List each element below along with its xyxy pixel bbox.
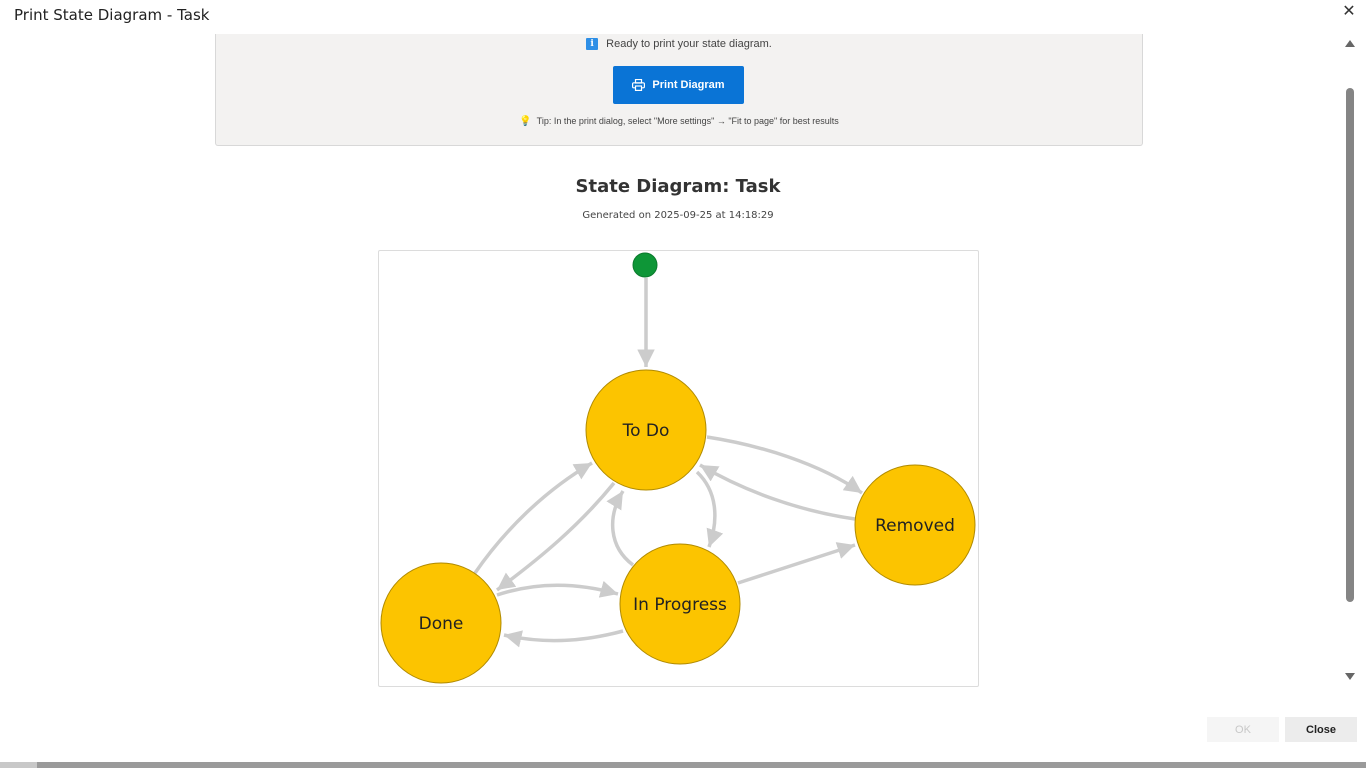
state-in-progress-label: In Progress	[633, 595, 727, 615]
state-todo: To Do	[585, 369, 707, 491]
ready-message: i Ready to print your state diagram.	[216, 38, 1142, 51]
edge-inprogress-to-done	[503, 629, 624, 648]
edge-inprogress-to-removed	[737, 542, 856, 585]
state-removed: Removed	[854, 464, 976, 586]
vertical-scrollbar[interactable]	[1342, 34, 1358, 686]
close-button[interactable]: Close	[1285, 717, 1357, 742]
state-diagram-svg: To Do In Progress Done Removed	[380, 252, 976, 684]
edge-removed-to-todo	[699, 463, 856, 521]
diagram-title: State Diagram: Task	[575, 176, 781, 197]
generated-timestamp: Generated on 2025-09-25 at 14:18:29	[582, 210, 774, 221]
print-panel: i Ready to print your state diagram. Prin…	[215, 34, 1143, 146]
state-todo-label: To Do	[622, 421, 670, 441]
state-done: Done	[380, 562, 502, 684]
ready-text: Ready to print your state diagram.	[606, 38, 772, 50]
lightbulb-icon: 💡	[519, 116, 532, 127]
print-diagram-button[interactable]: Print Diagram	[613, 66, 744, 104]
edge-inprogress-to-todo	[606, 490, 635, 567]
edge-todo-to-inprogress	[695, 470, 724, 548]
bottom-bar	[0, 762, 1366, 768]
edge-todo-to-removed	[706, 435, 864, 495]
bottom-bar-segment	[0, 762, 37, 768]
close-icon[interactable]: ✕	[1338, 2, 1360, 24]
printer-icon	[632, 79, 646, 91]
ok-button[interactable]: OK	[1207, 717, 1279, 742]
window-title: Print State Diagram - Task	[14, 6, 210, 24]
scroll-down-arrow-icon[interactable]	[1345, 673, 1355, 680]
edge-done-to-todo	[473, 461, 593, 574]
state-in-progress: In Progress	[619, 543, 741, 665]
edge-done-to-inprogress	[496, 580, 619, 598]
scroll-up-arrow-icon[interactable]	[1345, 40, 1355, 47]
scroll-thumb[interactable]	[1346, 88, 1354, 602]
state-removed-label: Removed	[875, 516, 955, 536]
state-diagram: To Do In Progress Done Removed	[378, 250, 979, 687]
initial-state-node	[632, 252, 658, 278]
state-done-label: Done	[419, 614, 464, 634]
tip-text: Tip: In the print dialog, select "More s…	[536, 116, 839, 126]
dialog-content[interactable]: i Ready to print your state diagram. Prin…	[0, 34, 1340, 694]
print-diagram-label: Print Diagram	[652, 79, 725, 91]
title-bar: Print State Diagram - Task ✕	[0, 0, 1366, 34]
info-icon: i	[586, 38, 599, 51]
tip-message: 💡 Tip: In the print dialog, select "More …	[216, 116, 1142, 127]
edge-todo-to-done	[495, 481, 616, 592]
